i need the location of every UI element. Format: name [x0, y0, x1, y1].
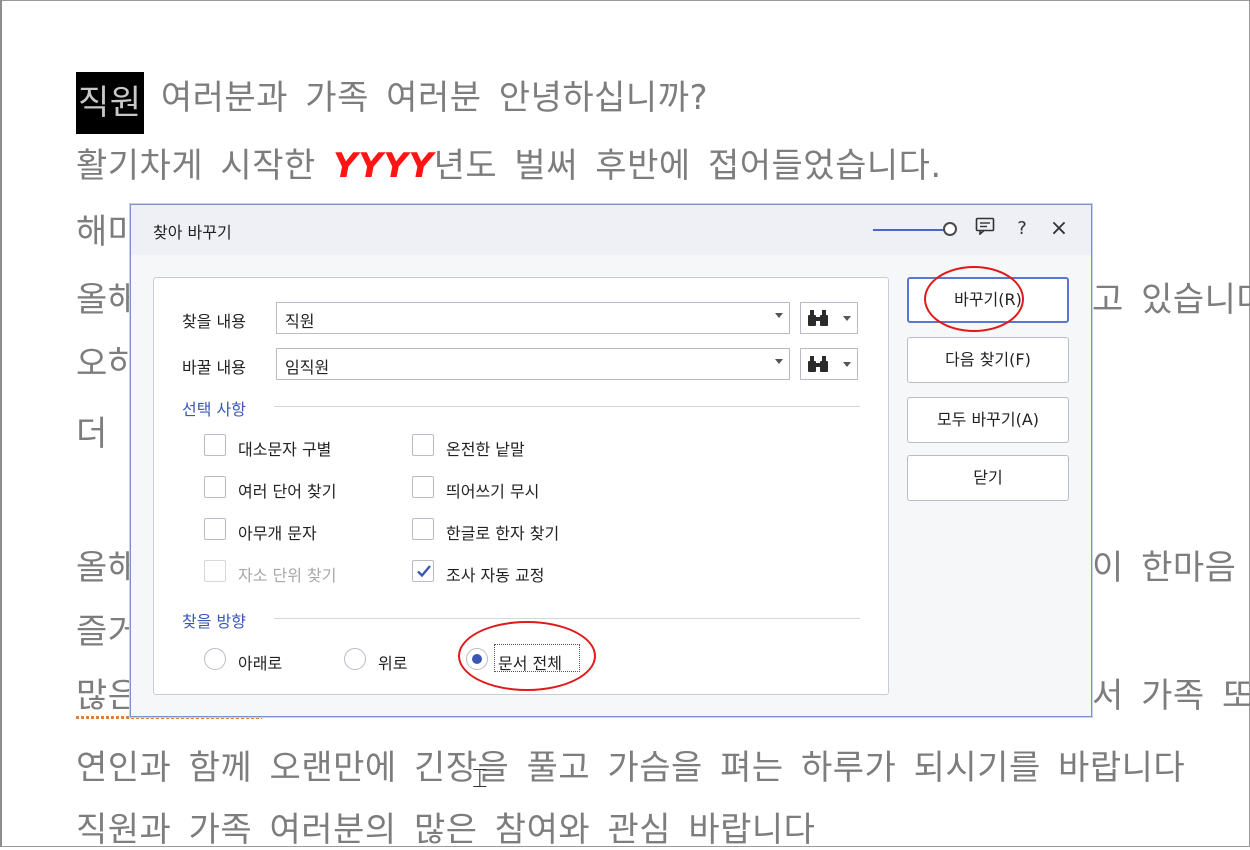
ignore-space-checkbox[interactable]: [412, 476, 434, 498]
help-icon[interactable]: ?: [1010, 217, 1034, 241]
checkmark-icon: [417, 565, 431, 578]
doc-line-11[interactable]: 직원과 가족 여러분의 많은 참여와 관심 바랍니다: [76, 810, 815, 850]
chevron-down-icon: [843, 362, 851, 367]
replace-value: 임직원: [285, 358, 330, 377]
section-divider: [274, 618, 860, 619]
selected-text[interactable]: 직원: [76, 72, 144, 134]
replace-special-button[interactable]: [800, 348, 858, 380]
binoculars-icon: [808, 310, 828, 326]
hanja-by-hangul-label: 한글로 한자 찾기: [446, 524, 560, 543]
doc-line-1[interactable]: 직원 여러분과 가족 여러분 안녕하십니까?: [76, 72, 709, 134]
chevron-down-icon: [843, 316, 851, 321]
doc-text: 여러분과 가족 여러분 안녕하십니까?: [143, 78, 709, 118]
multi-word-label: 여러 단어 찾기: [238, 482, 337, 501]
doc-line-7-right[interactable]: 이 한마음: [1092, 548, 1236, 588]
dialog-title: 찾아 바꾸기: [153, 223, 232, 242]
doc-line-9-right[interactable]: 서 가족 또: [1092, 676, 1250, 716]
doc-line-4-right[interactable]: 고 있습니다: [1092, 280, 1250, 320]
direction-whole-label: 문서 전체: [498, 654, 562, 673]
dialog-titlebar[interactable]: 찾아 바꾸기 ? ×: [131, 205, 1091, 255]
ignore-space-label: 띄어쓰기 무시: [446, 482, 540, 501]
direction-up-radio[interactable]: [344, 648, 366, 670]
binoculars-icon: [808, 356, 828, 372]
direction-down-radio[interactable]: [204, 648, 226, 670]
year-placeholder: YYYY: [333, 146, 434, 186]
wildcard-checkbox[interactable]: [204, 518, 226, 540]
doc-line-6[interactable]: 더: [76, 414, 108, 454]
note-icon[interactable]: [975, 217, 995, 235]
direction-up-label: 위로: [378, 654, 408, 673]
close-button[interactable]: 닫기: [907, 455, 1069, 501]
find-replace-dialog: 찾아 바꾸기 ? × 찾을 내용 직원 바꿀 내용 임직원 선택 사항 대소문자…: [130, 204, 1092, 717]
whole-word-label: 온전한 낱말: [446, 440, 525, 459]
replace-input[interactable]: 임직원: [276, 348, 790, 380]
radio-selected-dot: [472, 654, 482, 664]
text-cursor-icon: ⌶: [472, 764, 488, 794]
chevron-down-icon[interactable]: [775, 359, 783, 364]
doc-line-10[interactable]: 연인과 함께 오랜만에 긴장을 풀고 가슴을 펴는 하루가 되시기를 바랍니다: [76, 748, 1185, 788]
jamo-unit-checkbox: [204, 560, 226, 582]
find-next-button[interactable]: 다음 찾기(F): [907, 337, 1069, 383]
direction-down-label: 아래로: [238, 654, 283, 673]
replace-button[interactable]: 바꾸기(R): [907, 277, 1069, 323]
auto-josa-checkbox[interactable]: [412, 560, 434, 582]
find-label: 찾을 내용: [182, 312, 246, 331]
find-special-button[interactable]: [800, 302, 858, 334]
wildcard-label: 아무개 문자: [238, 524, 317, 543]
doc-line-2[interactable]: 활기차게 시작한 YYYY년도 벌써 후반에 접어들었습니다.: [76, 146, 942, 186]
close-icon[interactable]: ×: [1047, 217, 1071, 241]
transparency-slider[interactable]: [873, 229, 949, 231]
auto-josa-label: 조사 자동 교정: [446, 566, 545, 585]
direction-section-title: 찾을 방향: [182, 612, 246, 631]
find-value: 직원: [285, 312, 315, 331]
find-input[interactable]: 직원: [276, 302, 790, 334]
transparency-slider-handle[interactable]: [943, 222, 957, 236]
page-left-edge: [0, 0, 2, 847]
multi-word-checkbox[interactable]: [204, 476, 226, 498]
replace-all-button[interactable]: 모두 바꾸기(A): [907, 397, 1069, 443]
direction-whole-radio[interactable]: [466, 648, 488, 670]
section-divider: [274, 406, 860, 407]
replace-label: 바꿀 내용: [182, 358, 246, 377]
jamo-unit-label: 자소 단위 찾기: [238, 566, 337, 585]
chevron-down-icon[interactable]: [775, 313, 783, 318]
options-section-title: 선택 사항: [182, 400, 246, 419]
doc-text: 활기차게 시작한: [76, 146, 334, 186]
whole-word-checkbox[interactable]: [412, 434, 434, 456]
options-panel: 찾을 내용 직원 바꿀 내용 임직원 선택 사항 대소문자 구별 온전한 낱말 …: [153, 277, 889, 695]
doc-text: 년도 벌써 후반에 접어들었습니다.: [433, 146, 942, 186]
match-case-label: 대소문자 구별: [238, 440, 332, 459]
hanja-by-hangul-checkbox[interactable]: [412, 518, 434, 540]
match-case-checkbox[interactable]: [204, 434, 226, 456]
